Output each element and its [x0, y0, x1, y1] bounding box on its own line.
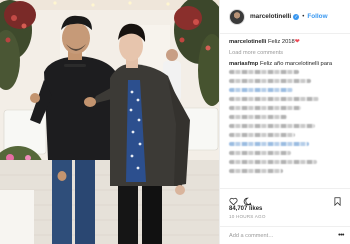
comment-username[interactable]: mariasfmp — [229, 61, 258, 67]
avatar[interactable] — [229, 8, 245, 25]
blurred-comment-line — [229, 106, 301, 110]
action-icons-row — [229, 193, 342, 207]
follow-button[interactable]: Follow — [307, 13, 327, 20]
post-timestamp: 10 HOURS AGO — [229, 214, 266, 219]
post-actions: 84,707 likes 10 HOURS AGO — [220, 188, 350, 222]
caption-text: Feliz 2018 — [268, 39, 295, 45]
comment-icon[interactable] — [243, 193, 252, 206]
likes-count[interactable]: 84,707 likes — [229, 206, 342, 212]
blurred-comment-line — [229, 97, 319, 101]
blurred-comment-line — [229, 115, 287, 119]
add-comment-input[interactable] — [229, 232, 329, 239]
comment-text: Feliz año marcelotinelli para — [259, 61, 333, 67]
blurred-comment-line — [229, 151, 291, 155]
post-photo[interactable] — [0, 0, 219, 244]
blurred-mention-line — [229, 142, 309, 146]
blurred-comment-line — [229, 124, 315, 128]
blurred-comment-line — [229, 169, 283, 173]
post-header: marcelotinelli ✓ • Follow — [220, 0, 350, 34]
verified-badge-icon: ✓ — [293, 13, 300, 20]
blurred-mention-line — [229, 88, 293, 92]
comments-list[interactable]: marcelotinelli Feliz 2018❤ Load more com… — [229, 36, 347, 173]
add-comment-bar: ••• — [220, 226, 350, 244]
caption-username[interactable]: marcelotinelli — [229, 39, 266, 45]
blurred-comment-line — [229, 79, 311, 83]
bookmark-icon[interactable] — [333, 193, 342, 207]
header-username[interactable]: marcelotinelli — [250, 13, 291, 20]
blurred-comment-line — [229, 70, 299, 74]
heart-icon[interactable] — [229, 193, 238, 206]
photo-scene — [0, 0, 219, 244]
post-caption: marcelotinelli Feliz 2018❤ — [229, 38, 347, 46]
load-more-comments-link[interactable]: Load more comments — [229, 49, 347, 57]
caption-heart-emoji: ❤ — [294, 39, 300, 45]
blurred-comment-line — [229, 160, 317, 164]
header-separator: • — [302, 13, 305, 20]
comment-item: mariasfmp Feliz año marcelotinelli para — [229, 60, 347, 68]
blurred-comment-line — [229, 133, 295, 137]
more-options-icon[interactable]: ••• — [338, 232, 344, 239]
post-details-panel: marcelotinelli ✓ • Follow marcelotinelli… — [219, 0, 350, 244]
